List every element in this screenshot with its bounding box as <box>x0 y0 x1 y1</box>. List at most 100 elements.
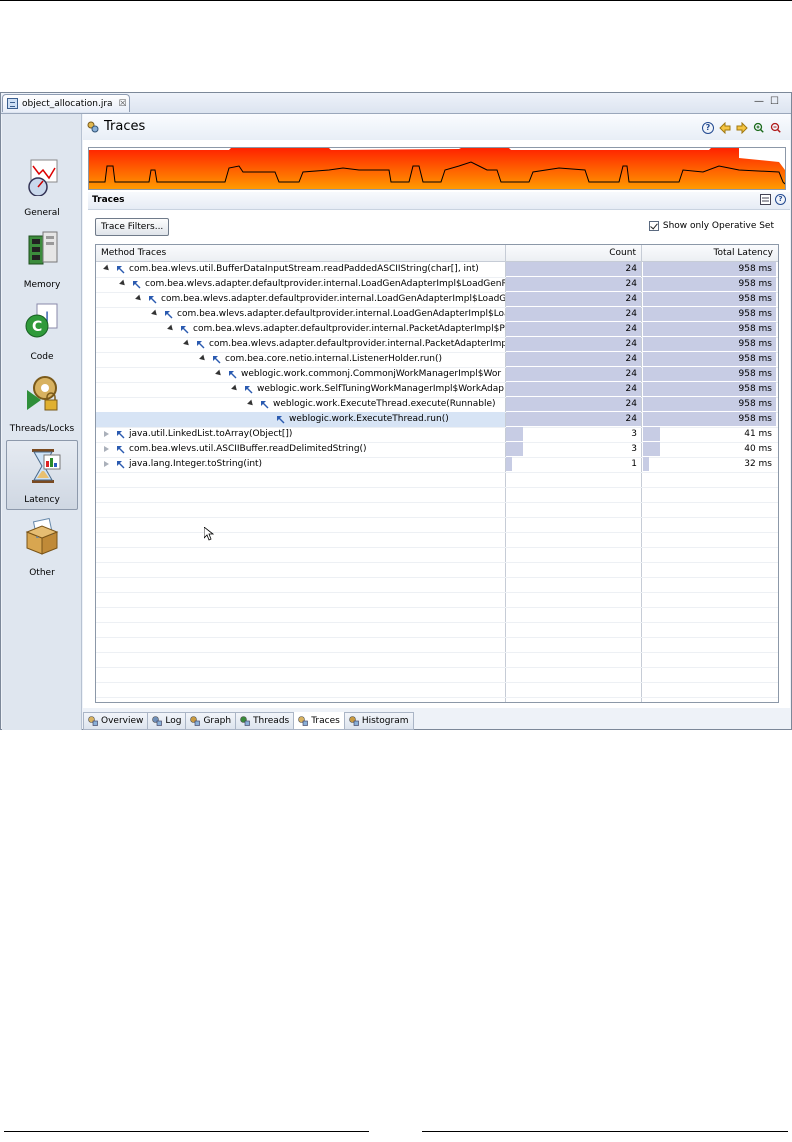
forward-arrow-icon[interactable] <box>736 122 748 134</box>
tab-graph[interactable]: Graph <box>186 712 237 730</box>
count-cell: 24 <box>506 397 641 412</box>
nav-item-other[interactable]: Other <box>6 512 78 582</box>
method-cell[interactable]: weblogic.work.SelfTuningWorkManagerImpl$… <box>96 382 505 397</box>
tab-histogram[interactable]: Histogram <box>344 712 414 730</box>
nav-item-latency[interactable]: Latency <box>6 440 78 510</box>
method-name: weblogic.work.commonj.CommonjWorkManager… <box>241 369 502 379</box>
minimize-icon[interactable]: — <box>754 96 770 107</box>
method-cell[interactable]: weblogic.work.ExecuteThread.run() <box>96 412 505 427</box>
latency-cell: 958 ms <box>643 262 776 277</box>
tab-traces[interactable]: Traces <box>294 712 345 730</box>
method-icon <box>261 401 269 409</box>
method-cell[interactable]: com.bea.wlevs.adapter.defaultprovider.in… <box>96 307 505 322</box>
method-cell[interactable]: com.bea.wlevs.adapter.defaultprovider.in… <box>96 277 505 292</box>
method-cell[interactable]: com.bea.core.netio.internal.ListenerHold… <box>96 352 505 367</box>
table-row[interactable]: weblogic.work.ExecuteThread.run() 24 958 m… <box>96 412 778 428</box>
method-name: weblogic.work.SelfTuningWorkManagerImpl$… <box>257 384 504 394</box>
collapse-triangle-icon[interactable] <box>231 384 239 393</box>
column-header-method-traces[interactable]: Method Traces <box>101 248 166 258</box>
table-row[interactable]: com.bea.wlevs.adapter.defaultprovider.in… <box>96 322 778 338</box>
expand-triangle-icon[interactable] <box>104 461 109 467</box>
tab-threads[interactable]: Threads <box>236 712 295 730</box>
editor-tab[interactable]: object_allocation.jra ☒ <box>2 94 130 112</box>
header-toolbar: ? <box>702 122 782 134</box>
method-cell[interactable]: com.bea.wlevs.adapter.defaultprovider.in… <box>96 292 505 307</box>
collapse-triangle-icon[interactable] <box>151 309 159 318</box>
table-row[interactable]: java.lang.Integer.toString(int) 1 32 ms <box>96 457 778 473</box>
table-row[interactable]: com.bea.wlevs.util.BufferDataInputStream… <box>96 262 778 278</box>
method-icon <box>245 386 253 394</box>
trace-filters-button[interactable]: Trace Filters... <box>95 218 170 236</box>
expand-triangle-icon[interactable] <box>104 446 109 452</box>
method-name: java.util.LinkedList.toArray(Object[]) <box>129 429 293 439</box>
table-row[interactable]: java.util.LinkedList.toArray(Object[]) 3 4… <box>96 427 778 443</box>
tab-log[interactable]: Log <box>148 712 187 730</box>
table-row[interactable]: com.bea.wlevs.adapter.defaultprovider.in… <box>96 307 778 323</box>
method-name: weblogic.work.ExecuteThread.execute(Runn… <box>273 399 496 409</box>
method-cell[interactable]: com.bea.wlevs.adapter.defaultprovider.in… <box>96 337 505 352</box>
collapse-triangle-icon[interactable] <box>103 264 111 273</box>
nav-item-general[interactable]: General <box>6 152 78 222</box>
table-row[interactable]: weblogic.work.ExecuteThread.execute(Runn… <box>96 397 778 413</box>
count-cell: 24 <box>506 382 641 397</box>
collapse-section-icon[interactable] <box>760 194 771 205</box>
back-arrow-icon[interactable] <box>719 122 731 134</box>
table-row[interactable]: com.bea.wlevs.adapter.defaultprovider.in… <box>96 337 778 353</box>
method-cell[interactable]: java.lang.Integer.toString(int) <box>96 457 505 472</box>
method-icon <box>165 311 173 319</box>
method-cell[interactable]: com.bea.wlevs.adapter.defaultprovider.in… <box>96 322 505 337</box>
bottom-tab-bar: Overview Log Graph Threads Traces Histogram <box>83 712 414 730</box>
tab-overview[interactable]: Overview <box>83 712 149 730</box>
section-header: Traces ? <box>88 192 790 210</box>
collapse-triangle-icon[interactable] <box>135 294 143 303</box>
method-cell[interactable]: java.util.LinkedList.toArray(Object[]) <box>96 427 505 442</box>
table-row[interactable]: com.bea.wlevs.util.ASCIIBuffer.readDelim… <box>96 442 778 458</box>
page-title: Traces <box>104 119 146 134</box>
table-body: com.bea.wlevs.util.BufferDataInputStream… <box>96 262 778 702</box>
table-row[interactable]: weblogic.work.SelfTuningWorkManagerImpl$… <box>96 382 778 398</box>
overview-timeline[interactable] <box>88 147 786 190</box>
column-header-count[interactable]: Count <box>506 248 636 258</box>
latency-cell: 958 ms <box>643 352 776 367</box>
collapse-triangle-icon[interactable] <box>199 354 207 363</box>
table-row[interactable]: com.bea.core.netio.internal.ListenerHold… <box>96 352 778 368</box>
collapse-triangle-icon[interactable] <box>215 369 223 378</box>
collapse-triangle-icon[interactable] <box>167 324 175 333</box>
nav-item-code[interactable]: J C Code <box>6 296 78 366</box>
operative-set-toggle[interactable]: Show only Operative Set <box>648 221 774 231</box>
method-cell[interactable]: com.bea.wlevs.util.ASCIIBuffer.readDelim… <box>96 442 505 457</box>
maximize-icon[interactable]: ☐ <box>770 96 785 107</box>
help-icon[interactable]: ? <box>702 122 714 134</box>
method-cell[interactable]: com.bea.wlevs.util.BufferDataInputStream… <box>96 262 505 277</box>
latency-value: 958 ms <box>738 354 773 364</box>
collapse-triangle-icon[interactable] <box>247 399 255 408</box>
method-cell[interactable]: weblogic.work.ExecuteThread.execute(Runn… <box>96 397 505 412</box>
nav-item-threads-locks[interactable]: Threads/Locks <box>6 368 78 438</box>
table-row[interactable]: com.bea.wlevs.adapter.defaultprovider.in… <box>96 277 778 293</box>
column-header-total-latency[interactable]: Total Latency <box>643 248 773 258</box>
zoom-in-icon[interactable] <box>753 122 765 134</box>
count-bar <box>506 307 641 321</box>
method-icon <box>277 416 285 424</box>
table-row[interactable]: weblogic.work.commonj.CommonjWorkManager… <box>96 367 778 383</box>
section-help-icon[interactable]: ? <box>775 194 786 205</box>
nav-label: Threads/Locks <box>9 424 75 434</box>
latency-value: 958 ms <box>738 294 773 304</box>
nav-item-memory[interactable]: Memory <box>6 224 78 294</box>
nav-label: Latency <box>24 495 60 505</box>
tab-label: Overview <box>101 716 144 726</box>
empty-row <box>96 622 778 638</box>
close-tab-icon[interactable]: ☒ <box>119 99 127 109</box>
count-cell: 24 <box>506 337 641 352</box>
tab-label: Traces <box>311 715 340 726</box>
window-controls: —☐ <box>754 96 785 107</box>
expand-triangle-icon[interactable] <box>104 431 109 437</box>
method-cell[interactable]: weblogic.work.commonj.CommonjWorkManager… <box>96 367 505 382</box>
table-row[interactable]: com.bea.wlevs.adapter.defaultprovider.in… <box>96 292 778 308</box>
zoom-out-icon[interactable] <box>770 122 782 134</box>
operative-set-checkbox[interactable] <box>648 221 659 231</box>
collapse-triangle-icon[interactable] <box>183 339 191 348</box>
page-header: Traces ? <box>83 114 790 140</box>
collapse-triangle-icon[interactable] <box>119 279 127 288</box>
empty-row <box>96 682 778 698</box>
